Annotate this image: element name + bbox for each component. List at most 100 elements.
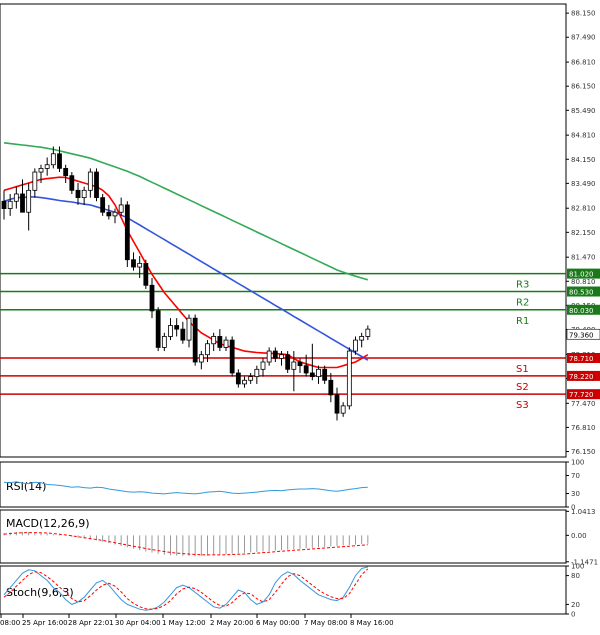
level-price-S1: 78.710 <box>569 355 594 363</box>
candle-body <box>291 361 297 370</box>
candle-body <box>211 336 217 345</box>
candle-body <box>353 339 358 352</box>
level-name-R3: R3 <box>516 280 529 291</box>
candle-body <box>279 354 284 359</box>
candle-body <box>359 336 365 341</box>
candle-body <box>168 325 173 337</box>
candle-body <box>118 204 124 213</box>
candle <box>137 256 143 278</box>
candle-body <box>131 259 136 268</box>
candle-body <box>223 339 229 348</box>
candle-body <box>229 339 235 374</box>
level-price-S2: 78.220 <box>569 373 594 381</box>
rsi-panel: RSI(14) 10070300 <box>0 459 584 512</box>
candle <box>174 318 180 337</box>
candle <box>161 332 167 352</box>
time-tick-label: 08:00 <box>0 619 20 627</box>
axis-tick-label: 70 <box>571 472 580 480</box>
candle <box>32 168 38 198</box>
level-price-R1: 80.030 <box>569 307 594 315</box>
rsi-line <box>3 481 368 495</box>
ma-red-line <box>3 176 369 369</box>
macd-panel: MACD(12,26,9) 1.04130.00-1.1471 <box>0 508 598 566</box>
candle-body <box>174 325 180 330</box>
time-tick-label: 1 May 12:00 <box>162 619 206 627</box>
level-name-R1: R1 <box>516 316 529 327</box>
candle <box>81 186 87 205</box>
price-tick-label: 77.470 <box>571 400 596 408</box>
candle-body <box>149 284 155 312</box>
candle-body <box>94 171 99 199</box>
axis-tick-label: 100 <box>571 459 584 467</box>
price-tick-label: 86.150 <box>571 83 596 91</box>
candle-body <box>316 368 321 378</box>
candle <box>87 168 93 198</box>
price-tick-label: 88.150 <box>571 10 596 18</box>
candle-body <box>340 405 346 414</box>
candle-body <box>124 204 130 261</box>
stoch-panel: Stoch(9,6,3) 10080200 <box>0 563 584 619</box>
candle <box>309 343 315 381</box>
candle <box>94 168 99 202</box>
candle-body <box>285 354 291 370</box>
candle-body <box>155 310 161 348</box>
price-tick-label: 76.150 <box>571 448 596 456</box>
candle-body <box>87 171 93 191</box>
time-tick-label: 6 May 00:00 <box>256 619 300 627</box>
price-tick-label: 82.150 <box>571 229 596 237</box>
candle-body <box>260 361 266 370</box>
trading-chart: 88.150 87.490 86.810 86.150 85.490 84.810 84.1… <box>0 0 600 631</box>
candle <box>1 190 7 220</box>
candle <box>124 201 130 268</box>
price-tick-label: 80.810 <box>571 278 596 286</box>
candle-body <box>272 350 278 359</box>
candle-body <box>328 379 334 396</box>
candle <box>211 332 217 352</box>
candle-body <box>186 317 192 341</box>
candle <box>260 358 266 377</box>
candle-body <box>161 336 167 348</box>
level-price-R2: 80.530 <box>569 289 594 297</box>
axis-tick-label: 0.00 <box>571 532 587 540</box>
time-tick-label: 7 May 08:00 <box>304 619 348 627</box>
panel-stoch-frame <box>0 565 567 615</box>
level-name-R2: R2 <box>516 298 529 309</box>
time-tick-label: 2 May 20:00 <box>210 619 254 627</box>
price-tick-label: 81.470 <box>571 254 596 262</box>
level-name-S2: S2 <box>516 382 529 393</box>
candle <box>149 277 155 319</box>
candle-body <box>235 372 241 385</box>
candle-body <box>205 343 210 356</box>
candle <box>100 193 106 216</box>
axis-tick-label: 20 <box>571 601 580 609</box>
candle-body <box>303 365 309 374</box>
candle-body <box>143 262 149 286</box>
candle <box>272 347 278 363</box>
candle-body <box>100 197 106 213</box>
candle-body <box>26 189 32 213</box>
candle <box>75 183 81 205</box>
level-price-R3: 81.020 <box>569 271 594 279</box>
candle-body <box>38 167 44 173</box>
candle-body <box>248 376 254 381</box>
candle-body <box>198 354 204 363</box>
candle-body <box>50 153 56 166</box>
axis-tick-label: 1.0413 <box>571 508 596 516</box>
candle-body <box>309 372 315 378</box>
candle <box>334 387 340 421</box>
candle <box>266 347 272 366</box>
candle-body <box>32 171 38 191</box>
candle-body <box>180 328 186 341</box>
candle-body <box>266 350 272 363</box>
macd-signal-line <box>3 532 368 556</box>
candle <box>223 336 229 352</box>
candle <box>322 365 328 384</box>
candle-body <box>254 368 260 378</box>
candle <box>285 351 291 373</box>
time-tick-label: 25 Apr 16:00 <box>22 619 68 627</box>
candle-body <box>346 350 352 407</box>
candle-body <box>334 394 340 414</box>
candle-body <box>112 211 118 217</box>
price-tick-label: 76.810 <box>571 424 596 432</box>
time-tick-label: 28 Apr 22:01 <box>68 619 114 627</box>
